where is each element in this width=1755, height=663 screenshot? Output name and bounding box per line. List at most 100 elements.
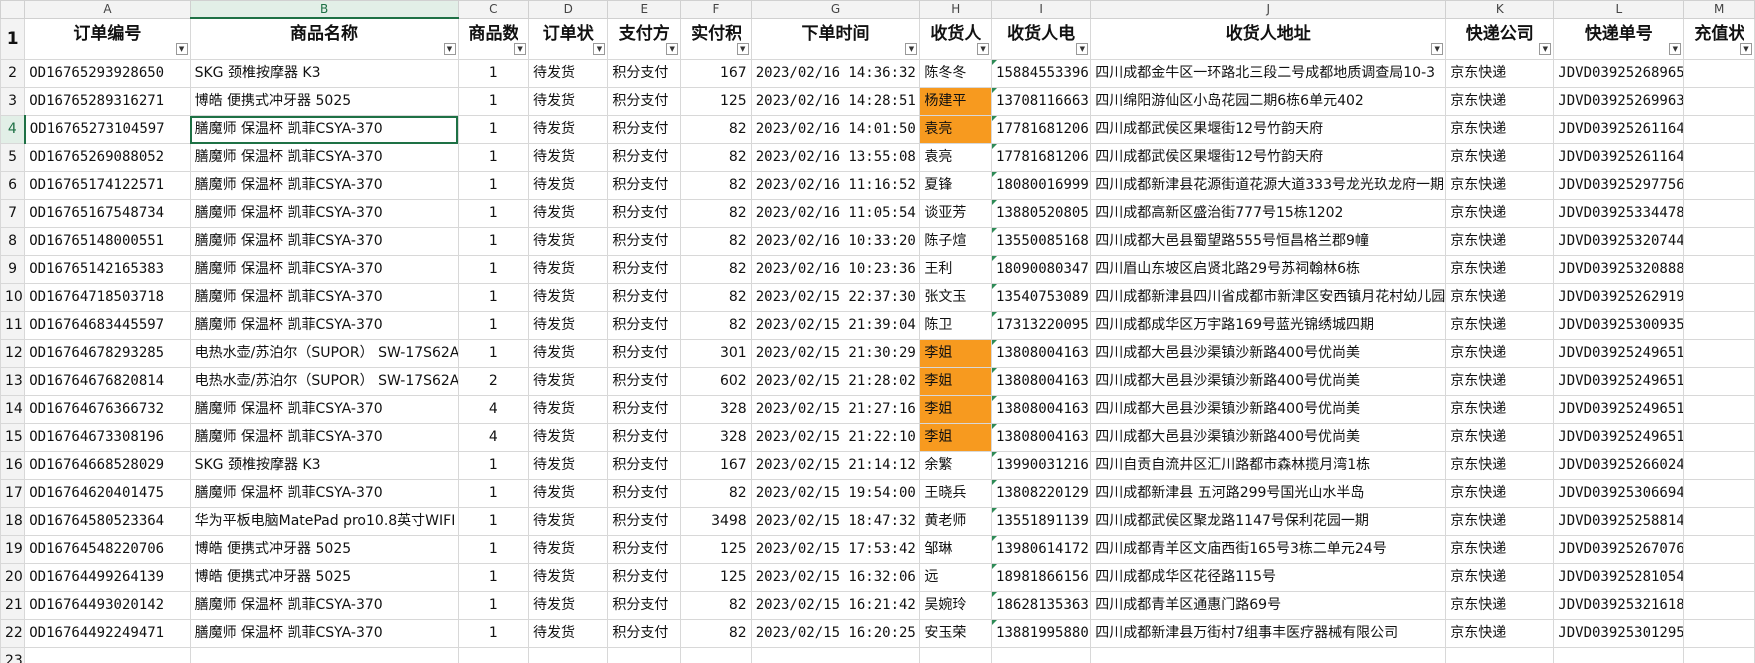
cell-c[interactable]: 1	[457, 479, 530, 508]
cell-a[interactable]: OD16764492249471	[24, 619, 191, 648]
cell-g[interactable]: 2023/02/15 21:14:12	[750, 451, 921, 480]
cell-k[interactable]: 京东快递	[1445, 255, 1555, 284]
column-letter-g[interactable]: G	[750, 0, 921, 19]
cell-i[interactable]: 18628135363	[991, 591, 1092, 620]
row-number[interactable]: 6	[0, 171, 26, 200]
row-number[interactable]: 12	[0, 339, 26, 368]
cell-d[interactable]: 待发货	[528, 227, 609, 256]
row-number[interactable]: 9	[0, 255, 26, 284]
cell-j[interactable]	[1090, 647, 1447, 663]
cell-e[interactable]: 积分支付	[607, 255, 682, 284]
cell-i[interactable]: 18080016999	[991, 171, 1092, 200]
cell-m[interactable]	[1683, 199, 1755, 228]
cell-m[interactable]	[1683, 115, 1755, 144]
row-number[interactable]: 16	[0, 451, 26, 480]
cell-b[interactable]: 膳魔师 保温杯 凯菲CSYA-370	[189, 283, 459, 312]
cell-i[interactable]: 18090080347	[991, 255, 1092, 284]
row-number[interactable]: 1	[0, 17, 26, 60]
cell-e[interactable]: 积分支付	[607, 591, 682, 620]
dropdown-filter-icon[interactable]: ▼	[593, 43, 606, 55]
cell-h[interactable]: 陈冬冬	[919, 59, 993, 88]
cell-m[interactable]	[1683, 227, 1755, 256]
cell-m[interactable]	[1683, 619, 1755, 648]
row-number[interactable]: 3	[0, 87, 26, 116]
cell-f[interactable]: 82	[680, 115, 752, 144]
cell-c[interactable]: 1	[457, 143, 530, 172]
cell-j[interactable]: 四川成都新津县花源街道花源大道333号龙光玖龙府一期	[1090, 171, 1447, 200]
cell-c[interactable]: 1	[457, 87, 530, 116]
cell-b[interactable]: 膳魔师 保温杯 凯菲CSYA-370	[189, 171, 459, 200]
cell-c[interactable]: 1	[457, 563, 530, 592]
cell-g[interactable]: 2023/02/15 21:27:16	[750, 395, 921, 424]
cell-i[interactable]: 13550085168	[991, 227, 1092, 256]
cell-j[interactable]: 四川成都成华区万宇路169号蓝光锦绣城四期	[1090, 311, 1447, 340]
cell-i[interactable]: 13808004163	[991, 423, 1092, 452]
cell-i[interactable]: 17781681206	[991, 143, 1092, 172]
cell-c[interactable]: 1	[457, 339, 530, 368]
cell-g[interactable]: 2023/02/15 21:30:29	[750, 339, 921, 368]
cell-j[interactable]: 四川成都武侯区果堰街12号竹韵天府	[1090, 115, 1447, 144]
cell-k[interactable]: 京东快递	[1445, 143, 1555, 172]
cell-c[interactable]: 1	[457, 115, 530, 144]
cell-f[interactable]: 82	[680, 591, 752, 620]
cell-f[interactable]: 82	[680, 143, 752, 172]
cell-i[interactable]	[991, 647, 1092, 663]
column-letter-f[interactable]: F	[680, 0, 752, 19]
header-cell-d[interactable]: 订单状 ▼	[528, 17, 609, 60]
row-number[interactable]: 7	[0, 199, 26, 228]
cell-j[interactable]: 四川成都大邑县沙渠镇沙新路400号优尚美	[1090, 339, 1447, 368]
column-letter-h[interactable]: H	[919, 0, 993, 19]
cell-b[interactable]: 博皓 便携式冲牙器 5025	[189, 563, 459, 592]
cell-a[interactable]: OD16764676366732	[24, 395, 191, 424]
cell-e[interactable]: 积分支付	[607, 451, 682, 480]
cell-j[interactable]: 四川成都大邑县沙渠镇沙新路400号优尚美	[1090, 367, 1447, 396]
cell-l[interactable]: JDVD03925320744	[1553, 227, 1685, 256]
cell-h[interactable]: 李姐	[919, 395, 993, 424]
cell-g[interactable]: 2023/02/16 10:33:20	[750, 227, 921, 256]
cell-d[interactable]: 待发货	[528, 283, 609, 312]
cell-h[interactable]: 袁亮	[919, 143, 993, 172]
cell-h[interactable]	[919, 647, 993, 663]
column-letter-j[interactable]: J	[1090, 0, 1447, 19]
cell-h[interactable]: 谈亚芳	[919, 199, 993, 228]
cell-l[interactable]: JDVD03925249651	[1553, 423, 1685, 452]
header-cell-m[interactable]: 充值状 ▼	[1683, 17, 1755, 60]
cell-f[interactable]: 125	[680, 87, 752, 116]
cell-g[interactable]: 2023/02/15 21:22:10	[750, 423, 921, 452]
cell-g[interactable]: 2023/02/15 19:54:00	[750, 479, 921, 508]
row-number[interactable]: 10	[0, 283, 26, 312]
cell-l[interactable]	[1553, 647, 1685, 663]
header-cell-j[interactable]: 收货人地址 ▼	[1090, 17, 1447, 60]
cell-d[interactable]: 待发货	[528, 311, 609, 340]
cell-k[interactable]: 京东快递	[1445, 199, 1555, 228]
cell-e[interactable]: 积分支付	[607, 423, 682, 452]
cell-l[interactable]: JDVD03925306694	[1553, 479, 1685, 508]
cell-f[interactable]: 167	[680, 59, 752, 88]
cell-m[interactable]	[1683, 311, 1755, 340]
cell-k[interactable]: 京东快递	[1445, 311, 1555, 340]
cell-e[interactable]: 积分支付	[607, 115, 682, 144]
header-cell-f[interactable]: 实付积 ▼	[680, 17, 752, 60]
cell-j[interactable]: 四川成都武侯区果堰街12号竹韵天府	[1090, 143, 1447, 172]
cell-e[interactable]: 积分支付	[607, 143, 682, 172]
cell-l[interactable]: JDVD03925249651	[1553, 395, 1685, 424]
cell-h[interactable]: 张文玉	[919, 283, 993, 312]
cell-a[interactable]: OD16765142165383	[24, 255, 191, 284]
cell-f[interactable]: 602	[680, 367, 752, 396]
header-cell-e[interactable]: 支付方 ▼	[607, 17, 682, 60]
cell-h[interactable]: 陈卫	[919, 311, 993, 340]
cell-e[interactable]: 积分支付	[607, 171, 682, 200]
cell-k[interactable]: 京东快递	[1445, 367, 1555, 396]
cell-d[interactable]: 待发货	[528, 143, 609, 172]
cell-e[interactable]	[607, 647, 682, 663]
cell-i[interactable]: 13880520805	[991, 199, 1092, 228]
cell-c[interactable]: 4	[457, 423, 530, 452]
cell-b[interactable]: 膳魔师 保温杯 凯菲CSYA-370	[189, 199, 459, 228]
cell-d[interactable]: 待发货	[528, 87, 609, 116]
dropdown-filter-icon[interactable]: ▼	[443, 43, 456, 55]
cell-j[interactable]: 四川眉山东坡区启贤北路29号苏祠翰林6栋	[1090, 255, 1447, 284]
cell-e[interactable]: 积分支付	[607, 563, 682, 592]
cell-b[interactable]: 膳魔师 保温杯 凯菲CSYA-370	[189, 423, 459, 452]
cell-m[interactable]	[1683, 283, 1755, 312]
cell-a[interactable]: OD16765269088052	[24, 143, 191, 172]
